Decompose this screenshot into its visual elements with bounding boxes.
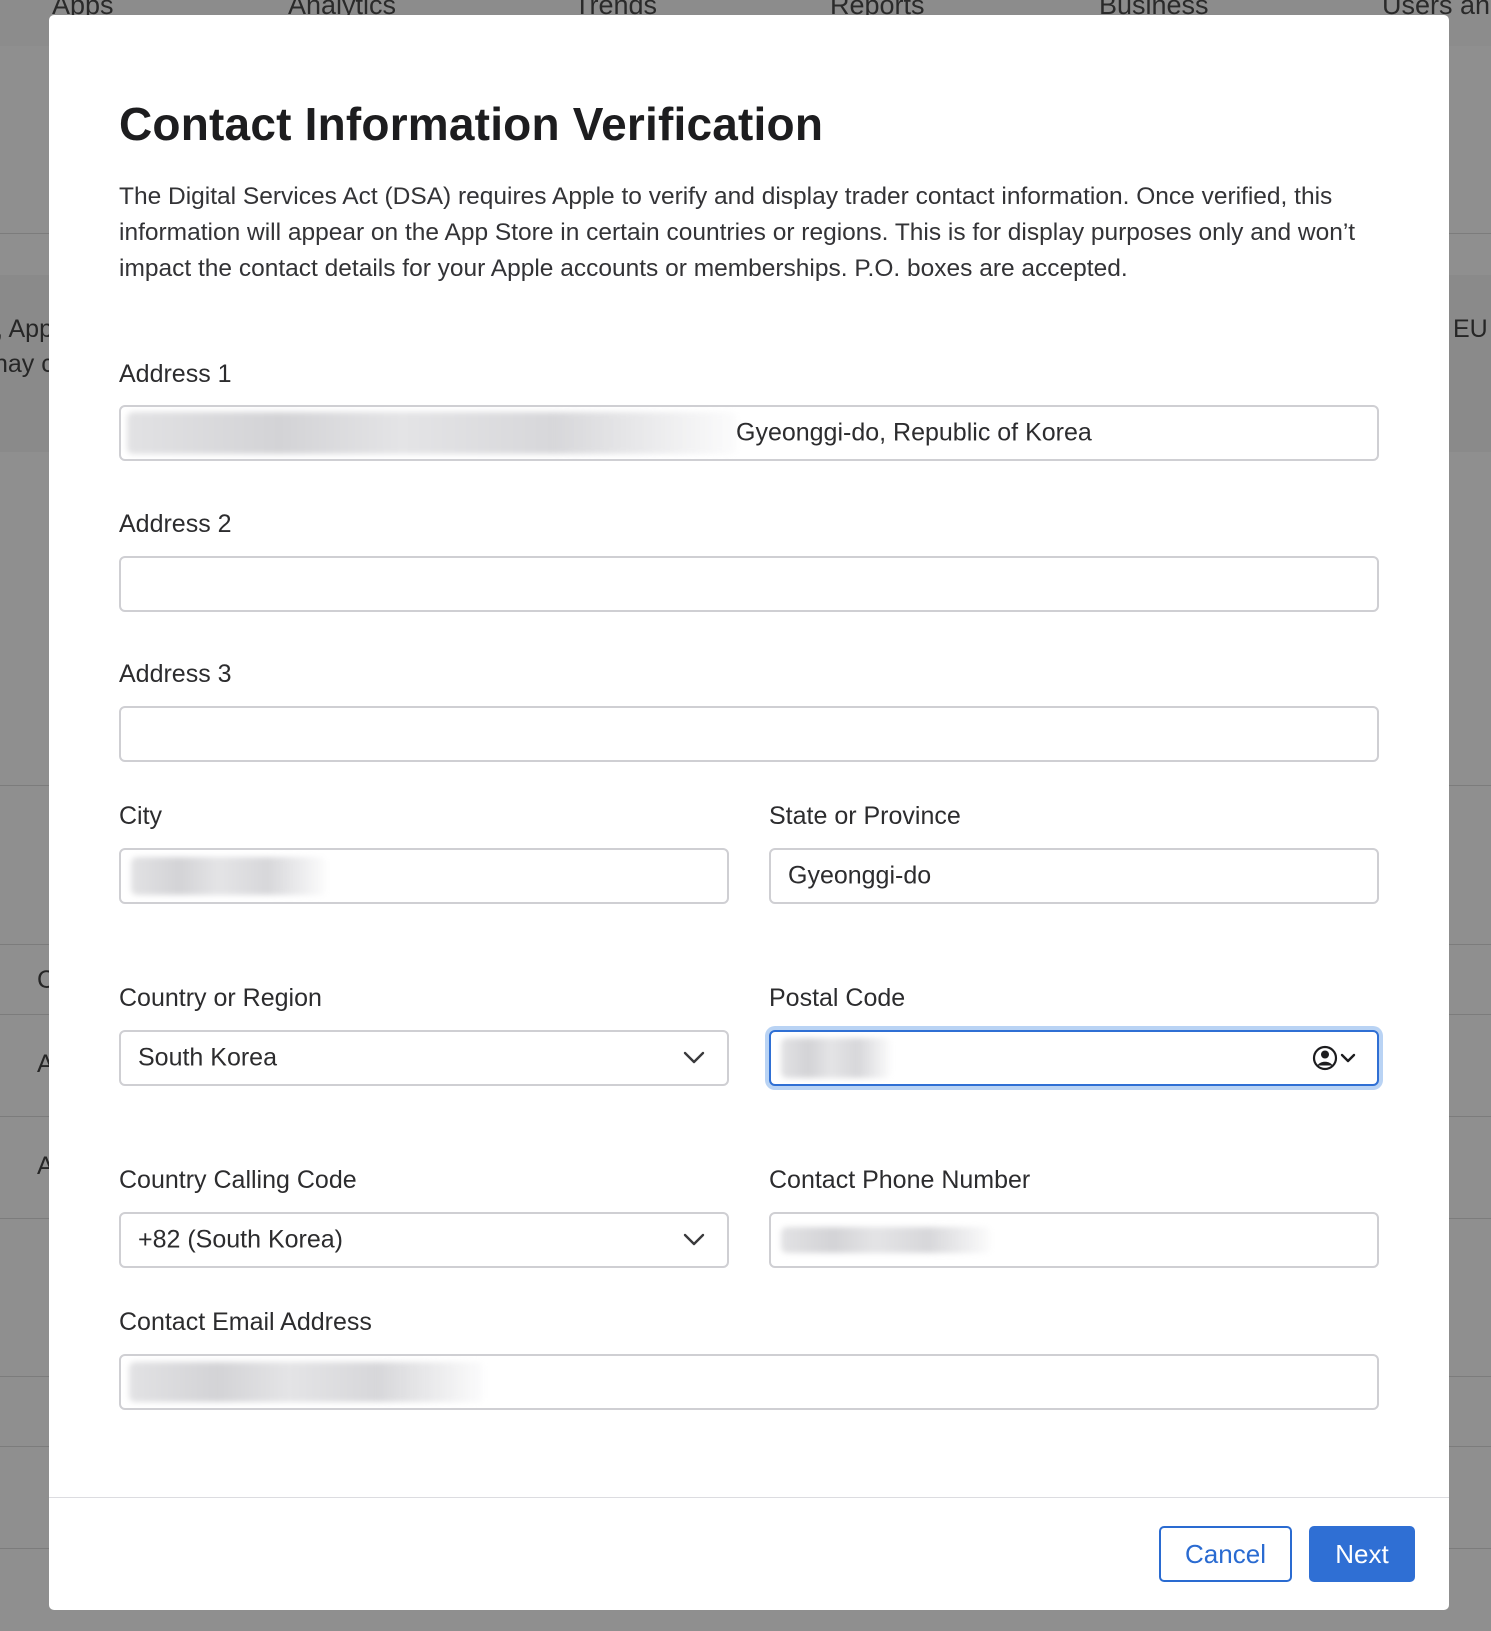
chevron-down-icon [683,1233,705,1246]
contact-verification-modal: Contact Information Verification The Dig… [49,15,1449,1610]
calling-code-value: +82 (South Korea) [138,1225,343,1254]
cancel-button[interactable]: Cancel [1159,1526,1292,1582]
country-value: South Korea [138,1043,277,1072]
country-label: Country or Region [119,984,322,1012]
phone-input[interactable] [769,1212,1379,1268]
redacted-text [129,1362,484,1402]
address1-value: Gyeonggi-do, Republic of Korea [736,418,1092,447]
state-input[interactable]: Gyeonggi-do [769,848,1379,904]
footer-divider [49,1497,1449,1498]
state-label: State or Province [769,802,961,830]
modal-description: The Digital Services Act (DSA) requires … [119,183,1356,282]
redacted-text [131,857,326,895]
calling-code-select[interactable]: +82 (South Korea) [119,1212,729,1268]
address2-input[interactable] [119,556,1379,612]
redacted-text [127,412,737,454]
email-input[interactable] [119,1354,1379,1410]
redacted-text [781,1227,991,1253]
state-value: Gyeonggi-do [788,861,932,890]
chevron-down-icon [683,1051,705,1064]
country-select[interactable]: South Korea [119,1030,729,1086]
address2-label: Address 2 [119,510,232,538]
address3-label: Address 3 [119,660,232,688]
phone-label: Contact Phone Number [769,1166,1031,1194]
address1-input[interactable]: Gyeonggi-do, Republic of Korea [119,405,1379,461]
city-input[interactable] [119,848,729,904]
city-label: City [119,802,163,830]
modal-title: Contact Information Verification [119,98,824,150]
person-circle-icon[interactable] [1311,1044,1361,1072]
email-label: Contact Email Address [119,1308,372,1336]
postal-code-label: Postal Code [769,984,906,1012]
address3-input[interactable] [119,706,1379,762]
next-button[interactable]: Next [1309,1526,1415,1582]
address1-label: Address 1 [119,360,232,388]
postal-code-input[interactable] [769,1030,1379,1086]
background-text: nay c [0,350,54,378]
calling-code-label: Country Calling Code [119,1166,357,1194]
background-text: EU [1453,315,1488,343]
background-text: , App [0,315,53,343]
redacted-text [781,1038,891,1078]
